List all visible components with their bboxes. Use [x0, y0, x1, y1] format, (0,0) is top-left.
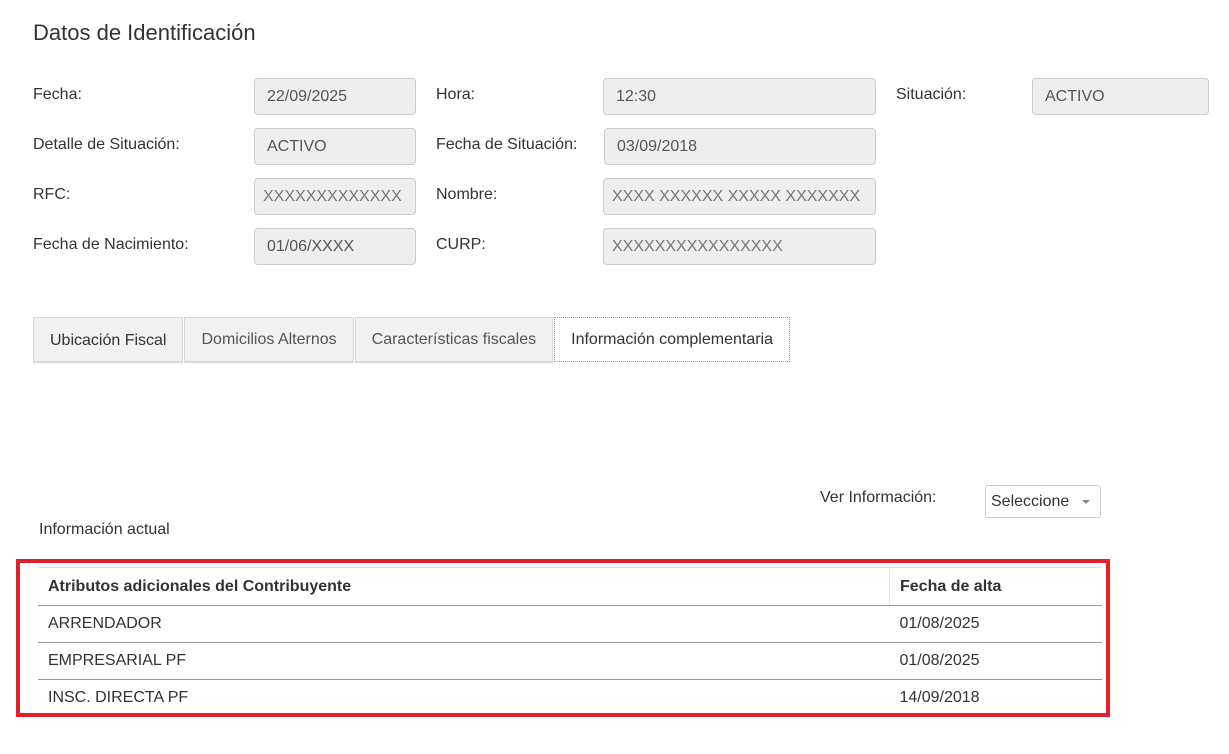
- situacion-label: Situación:: [896, 86, 967, 103]
- detalle-situacion-field[interactable]: ACTIVO: [254, 128, 416, 165]
- table-row: ARRENDADOR 01/08/2025: [38, 605, 1102, 643]
- fecha-nacimiento-label: Fecha de Nacimiento:: [33, 236, 189, 253]
- situacion-field[interactable]: ACTIVO: [1032, 78, 1209, 115]
- tab-bar: Ubicación Fiscal Domicilios Alternos Car…: [33, 317, 791, 363]
- curp-field[interactable]: XXXXXXXXXXXXXXXX: [603, 228, 876, 265]
- tab-ubicacion-fiscal[interactable]: Ubicación Fiscal: [33, 317, 184, 363]
- fecha-label: Fecha:: [33, 86, 82, 103]
- informacion-actual-label: Información actual: [39, 521, 170, 538]
- nombre-label: Nombre:: [436, 186, 498, 203]
- table-cell-fecha: 01/08/2025: [889, 642, 1102, 680]
- curp-label: CURP:: [436, 236, 486, 253]
- table-cell-atributo: INSC. DIRECTA PF: [48, 689, 189, 706]
- tab-caracteristicas-fiscales[interactable]: Características fiscales: [354, 317, 554, 363]
- table-cell-atributo: EMPRESARIAL PF: [38, 642, 890, 680]
- column-header-fecha-alta: Fecha de alta: [889, 567, 1102, 606]
- table-cell-atributo: ARRENDADOR: [38, 605, 890, 643]
- rfc-field[interactable]: XXXXXXXXXXXXX: [254, 178, 416, 215]
- ver-informacion-label: Ver Información:: [820, 489, 937, 506]
- tab-domicilios-alternos[interactable]: Domicilios Alternos: [184, 317, 354, 363]
- hora-label: Hora:: [436, 86, 476, 103]
- table-cell-fecha: 14/09/2018: [899, 689, 980, 706]
- atributos-table: Atributos adicionales del Contribuyente …: [38, 567, 1102, 716]
- nombre-field[interactable]: XXXX XXXXXX XXXXX XXXXXXX: [603, 178, 876, 215]
- rfc-label: RFC:: [33, 186, 71, 203]
- ver-informacion-select[interactable]: Seleccione: [985, 485, 1101, 518]
- fecha-situacion-label: Fecha de Situación:: [436, 136, 578, 153]
- chevron-down-icon: [1082, 500, 1090, 504]
- hora-field[interactable]: 12:30: [603, 78, 876, 115]
- table-cell-fecha: 01/08/2025: [889, 605, 1102, 643]
- table-row: INSC. DIRECTA PF 14/09/2018: [38, 680, 1102, 717]
- fecha-field[interactable]: 22/09/2025: [254, 78, 416, 115]
- table-header-row: Atributos adicionales del Contribuyente …: [38, 567, 1102, 606]
- detalle-situacion-label: Detalle de Situación:: [33, 136, 180, 153]
- tab-informacion-complementaria[interactable]: Información complementaria: [554, 317, 791, 362]
- table-row: EMPRESARIAL PF 01/08/2025: [38, 642, 1102, 680]
- fecha-situacion-field[interactable]: 03/09/2018: [604, 128, 876, 165]
- ver-informacion-selected: Seleccione: [991, 493, 1070, 510]
- page-title: Datos de Identificación: [33, 20, 256, 45]
- column-header-atributos: Atributos adicionales del Contribuyente: [38, 567, 890, 606]
- fecha-nacimiento-field[interactable]: 01/06/XXXX: [254, 228, 416, 265]
